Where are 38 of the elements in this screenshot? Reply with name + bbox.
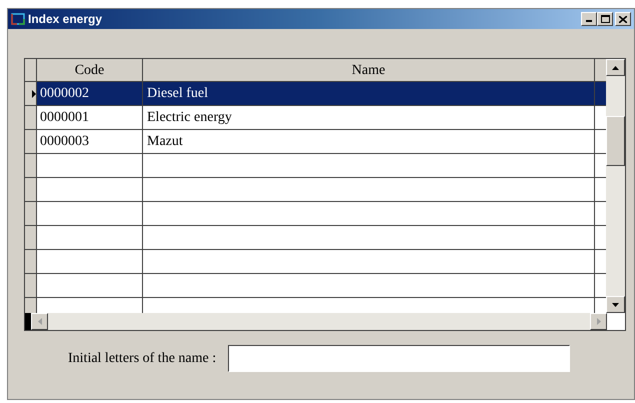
row-header[interactable]: [25, 202, 37, 225]
minimize-button[interactable]: [581, 12, 597, 26]
window-icon: [11, 13, 25, 25]
table-cell: 0000003: [37, 130, 143, 153]
scroll-up-icon: [612, 66, 619, 70]
table-cell: Diesel fuel: [143, 82, 595, 105]
filter-label: Initial letters of the name :: [68, 350, 216, 368]
row-pointer-icon: [32, 90, 36, 98]
scroll-thumb[interactable]: [606, 116, 625, 166]
row-header[interactable]: [25, 250, 37, 273]
row-header[interactable]: [25, 178, 37, 201]
vertical-scrollbar[interactable]: [606, 59, 625, 313]
scroll-right-icon: [596, 318, 600, 325]
row-header[interactable]: [25, 154, 37, 177]
corner-block: [25, 313, 31, 330]
table-row[interactable]: 0000001 Electric energy: [25, 106, 606, 130]
table-cell: Electric energy: [143, 106, 595, 129]
row-header[interactable]: [25, 130, 37, 153]
window-title: Index energy: [28, 11, 102, 28]
filter-input[interactable]: [228, 345, 570, 372]
close-icon: [619, 16, 627, 22]
maximize-button[interactable]: [597, 12, 613, 26]
table-row[interactable]: 0000003 Mazut: [25, 130, 606, 154]
table-row[interactable]: 0000002 Diesel fuel: [25, 82, 606, 106]
scroll-left-icon: [38, 318, 42, 325]
horizontal-scrollbar[interactable]: [31, 313, 607, 330]
scroll-down-icon: [612, 302, 619, 306]
row-header[interactable]: [25, 298, 37, 313]
row-header[interactable]: [25, 82, 37, 105]
column-header[interactable]: Code: [37, 59, 143, 81]
table-cell: Mazut: [143, 130, 595, 153]
column-header[interactable]: Name: [143, 59, 595, 81]
close-button[interactable]: [615, 12, 631, 26]
row-header[interactable]: [25, 226, 37, 249]
table-cell: 0000002: [37, 82, 143, 105]
row-header[interactable]: [25, 106, 37, 129]
table-cell: 0000001: [37, 106, 143, 129]
row-header[interactable]: [25, 274, 37, 297]
